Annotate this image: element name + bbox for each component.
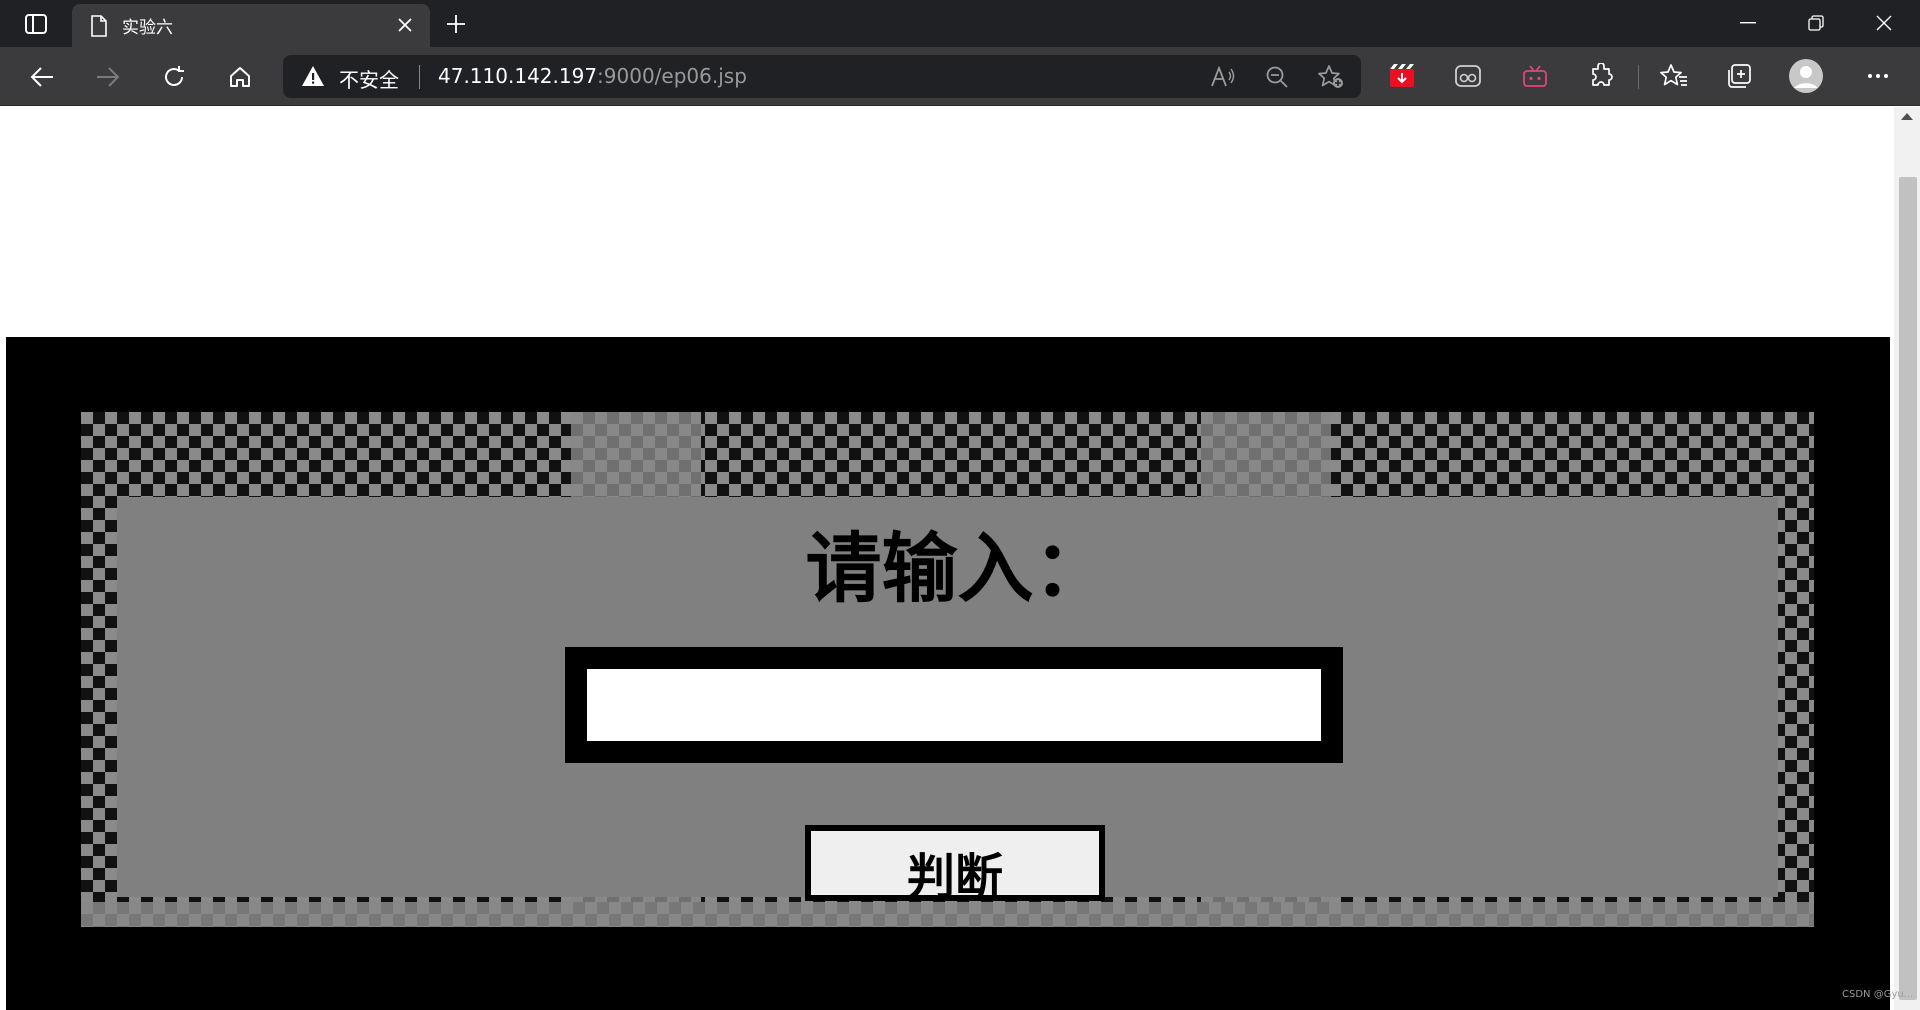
forward-arrow-icon [97, 67, 120, 87]
restore-button[interactable] [1796, 8, 1836, 38]
forward-button[interactable] [90, 59, 126, 95]
url-host: 47.110.142.197 [438, 64, 598, 88]
url-path: :9000/ep06.jsp [597, 64, 747, 88]
profile-button[interactable] [1789, 59, 1823, 93]
watermark: CSDN @Gyu... [1842, 989, 1914, 1000]
video-download-extension[interactable] [1385, 59, 1419, 93]
scroll-up-arrow[interactable] [1901, 113, 1913, 120]
close-icon [398, 18, 412, 32]
back-arrow-icon [30, 67, 53, 87]
video-download-icon [1390, 64, 1414, 87]
refresh-icon [165, 66, 184, 86]
add-favorite-icon [1318, 65, 1343, 88]
zoom-out-icon [1266, 66, 1288, 88]
input-prompt: 请输入： [805, 524, 1110, 613]
new-tab-button[interactable] [442, 10, 470, 38]
add-favorite-button[interactable] [1317, 64, 1345, 90]
zoom-button[interactable] [1263, 64, 1291, 90]
read-aloud-button[interactable] [1209, 64, 1237, 90]
collections-button[interactable] [1723, 59, 1757, 93]
checkered-frame: 请输入： 判断 [81, 412, 1814, 927]
warning-icon [302, 66, 324, 86]
vertical-scrollbar[interactable] [1894, 107, 1920, 1010]
scroll-thumb[interactable] [1899, 177, 1917, 1000]
tab-title: 实验六 [122, 18, 173, 38]
form-area: 请输入： 判断 [117, 497, 1778, 901]
refresh-button[interactable] [156, 59, 192, 95]
close-tab-button[interactable] [394, 14, 416, 36]
minimize-button[interactable] [1728, 8, 1768, 38]
browser-title-bar: 实验六 [0, 0, 1920, 47]
close-window-button[interactable] [1864, 8, 1904, 38]
back-button[interactable] [24, 59, 60, 95]
tab-strip-icon [25, 14, 47, 34]
plus-icon [447, 15, 465, 33]
collections-icon [1728, 64, 1751, 88]
extensions-button[interactable] [1584, 59, 1618, 93]
url-text[interactable]: 47.110.142.197:9000/ep06.jsp [438, 64, 747, 88]
browser-tab-active[interactable]: 实验六 [72, 4, 430, 47]
restore-icon [1808, 15, 1824, 31]
input-frame [565, 647, 1343, 763]
browser-toolbar: 不安全 47.110.142.197:9000/ep06.jsp [0, 47, 1920, 106]
address-separator [419, 65, 420, 89]
home-button[interactable] [222, 59, 258, 95]
black-panel: 请输入： 判断 [6, 337, 1890, 1010]
puzzle-icon [1592, 63, 1613, 86]
toolbar-separator [1638, 65, 1639, 89]
favorites-icon [1660, 64, 1687, 86]
security-label[interactable]: 不安全 [339, 64, 399, 93]
extension-icon [1455, 65, 1481, 87]
tv-icon [1523, 65, 1547, 87]
more-button[interactable] [1861, 59, 1895, 93]
read-aloud-icon [1211, 66, 1235, 87]
favorites-button[interactable] [1657, 59, 1691, 93]
home-icon [230, 67, 250, 87]
text-input[interactable] [587, 669, 1321, 741]
more-icon [1868, 74, 1888, 78]
tab-actions-button[interactable] [18, 10, 54, 38]
extension-button[interactable] [1451, 59, 1485, 93]
page-viewport: 请输入： 判断 [0, 107, 1894, 1010]
address-bar[interactable]: 不安全 47.110.142.197:9000/ep06.jsp [283, 55, 1361, 98]
profile-icon [1789, 59, 1823, 93]
tv-extension-button[interactable] [1518, 59, 1552, 93]
document-icon [91, 14, 107, 37]
frame-bottom-strip [81, 902, 1814, 927]
minimize-icon [1740, 22, 1756, 24]
judge-button[interactable]: 判断 [805, 825, 1105, 901]
close-icon [1876, 15, 1892, 31]
